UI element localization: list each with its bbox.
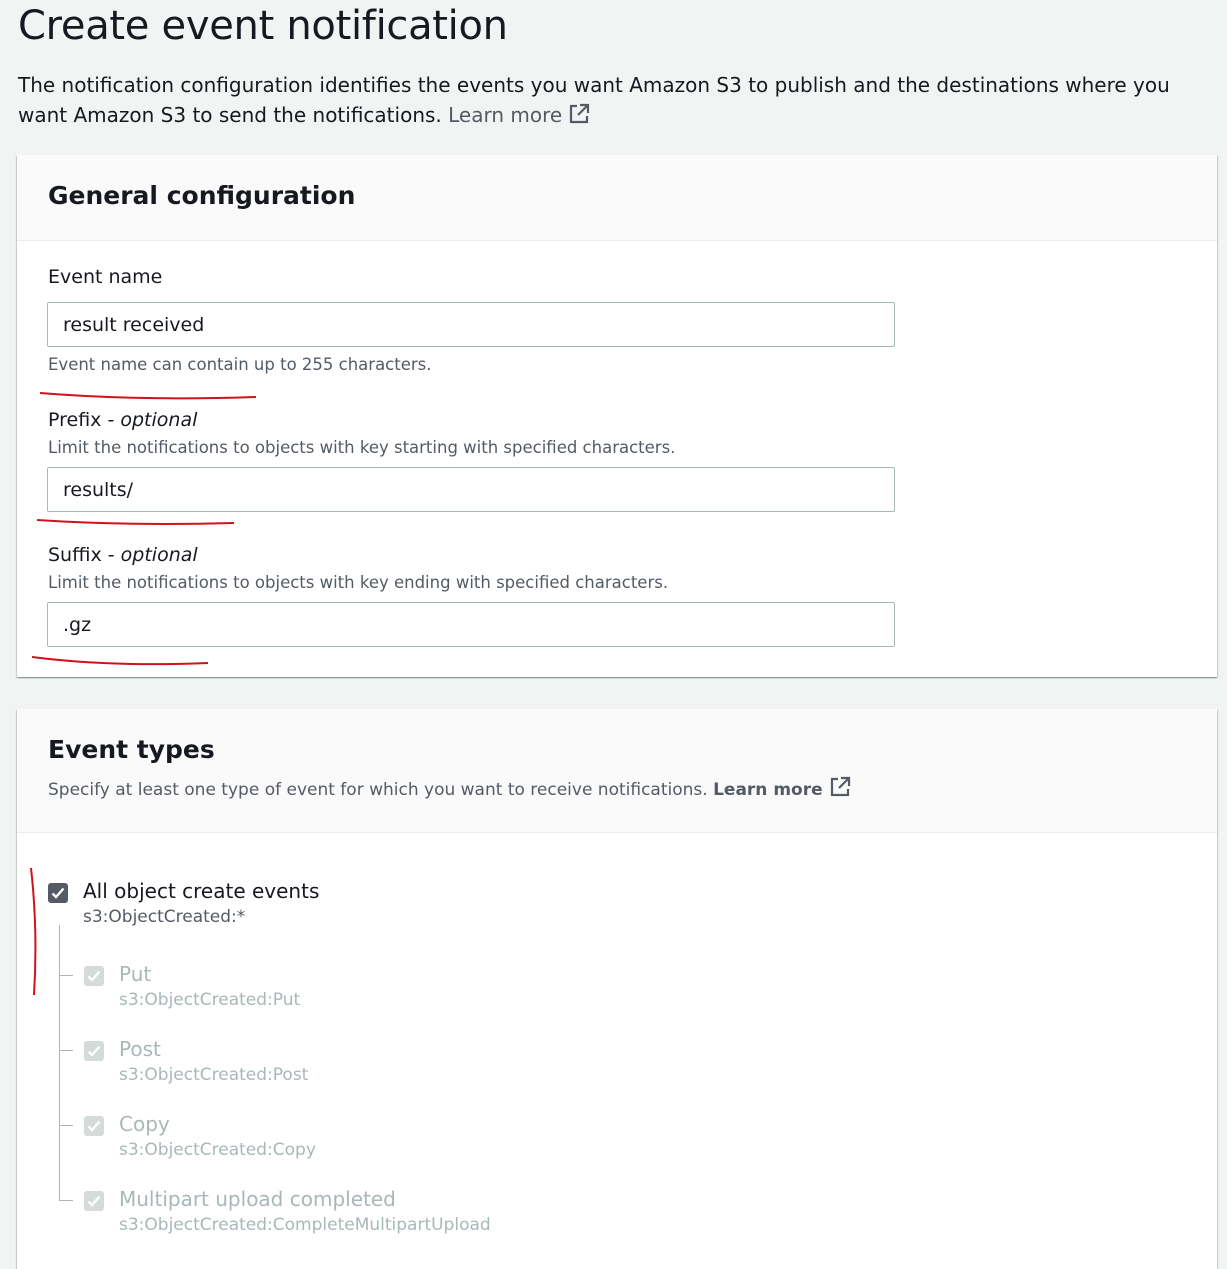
- event-types-panel: Event types Specify at least one type of…: [17, 709, 1217, 1269]
- copy-checkbox[interactable]: [84, 1116, 104, 1136]
- checkmark-icon: [87, 1195, 101, 1207]
- suffix-input[interactable]: [47, 602, 895, 647]
- tree-branch: [59, 975, 73, 976]
- prefix-optional-text: optional: [120, 409, 198, 431]
- event-types-header: Event types Specify at least one type of…: [17, 709, 1217, 833]
- put-label: Put: [119, 962, 152, 986]
- event-types-learn-more-link[interactable]: Learn more: [713, 776, 851, 800]
- prefix-label-text: Prefix -: [48, 409, 115, 431]
- post-label: Post: [119, 1037, 161, 1061]
- suffix-label-text: Suffix -: [48, 544, 115, 566]
- external-link-icon: [829, 776, 851, 803]
- all-object-create-events-checkbox[interactable]: [48, 883, 68, 903]
- all-object-create-events-code: s3:ObjectCreated:*: [83, 907, 246, 927]
- page-intro: The notification configuration identifie…: [18, 70, 1208, 133]
- tree-branch: [59, 1125, 73, 1126]
- suffix-description: Limit the notifications to objects with …: [48, 573, 669, 592]
- put-code: s3:ObjectCreated:Put: [119, 990, 301, 1010]
- post-code: s3:ObjectCreated:Post: [119, 1065, 309, 1085]
- page-title: Create event notification: [18, 3, 508, 49]
- learn-more-link[interactable]: Learn more: [448, 103, 590, 127]
- copy-code: s3:ObjectCreated:Copy: [119, 1140, 316, 1160]
- event-types-learn-more-label: Learn more: [713, 780, 823, 800]
- tree-branch: [59, 1200, 73, 1201]
- tree-connector: [59, 925, 60, 1200]
- suffix-optional-text: optional: [120, 544, 198, 566]
- general-configuration-header: General configuration: [17, 155, 1217, 241]
- external-link-icon: [568, 103, 590, 133]
- checkmark-icon: [51, 887, 65, 899]
- copy-label: Copy: [119, 1112, 170, 1136]
- all-object-create-events-label: All object create events: [83, 879, 320, 903]
- prefix-label: Prefix - optional: [48, 409, 197, 431]
- prefix-description: Limit the notifications to objects with …: [48, 438, 676, 457]
- general-configuration-panel: General configuration Event name Event n…: [17, 155, 1217, 677]
- event-types-description: Specify at least one type of event for w…: [48, 776, 851, 803]
- event-name-hint: Event name can contain up to 255 charact…: [48, 355, 432, 374]
- checkmark-icon: [87, 1120, 101, 1132]
- multipart-upload-completed-code: s3:ObjectCreated:CompleteMultipartUpload: [119, 1215, 491, 1235]
- event-name-input[interactable]: [47, 302, 895, 347]
- put-checkbox[interactable]: [84, 966, 104, 986]
- event-types-description-text: Specify at least one type of event for w…: [48, 780, 708, 800]
- checkmark-icon: [87, 1045, 101, 1057]
- prefix-input[interactable]: [47, 467, 895, 512]
- multipart-upload-completed-label: Multipart upload completed: [119, 1187, 396, 1211]
- multipart-upload-completed-checkbox[interactable]: [84, 1191, 104, 1211]
- learn-more-label: Learn more: [448, 103, 563, 127]
- tree-branch: [59, 1050, 73, 1051]
- event-types-title: Event types: [48, 735, 215, 764]
- general-configuration-title: General configuration: [48, 181, 356, 210]
- post-checkbox[interactable]: [84, 1041, 104, 1061]
- suffix-label: Suffix - optional: [48, 544, 198, 566]
- event-name-label: Event name: [48, 266, 163, 288]
- checkmark-icon: [87, 970, 101, 982]
- intro-text: The notification configuration identifie…: [18, 73, 1170, 127]
